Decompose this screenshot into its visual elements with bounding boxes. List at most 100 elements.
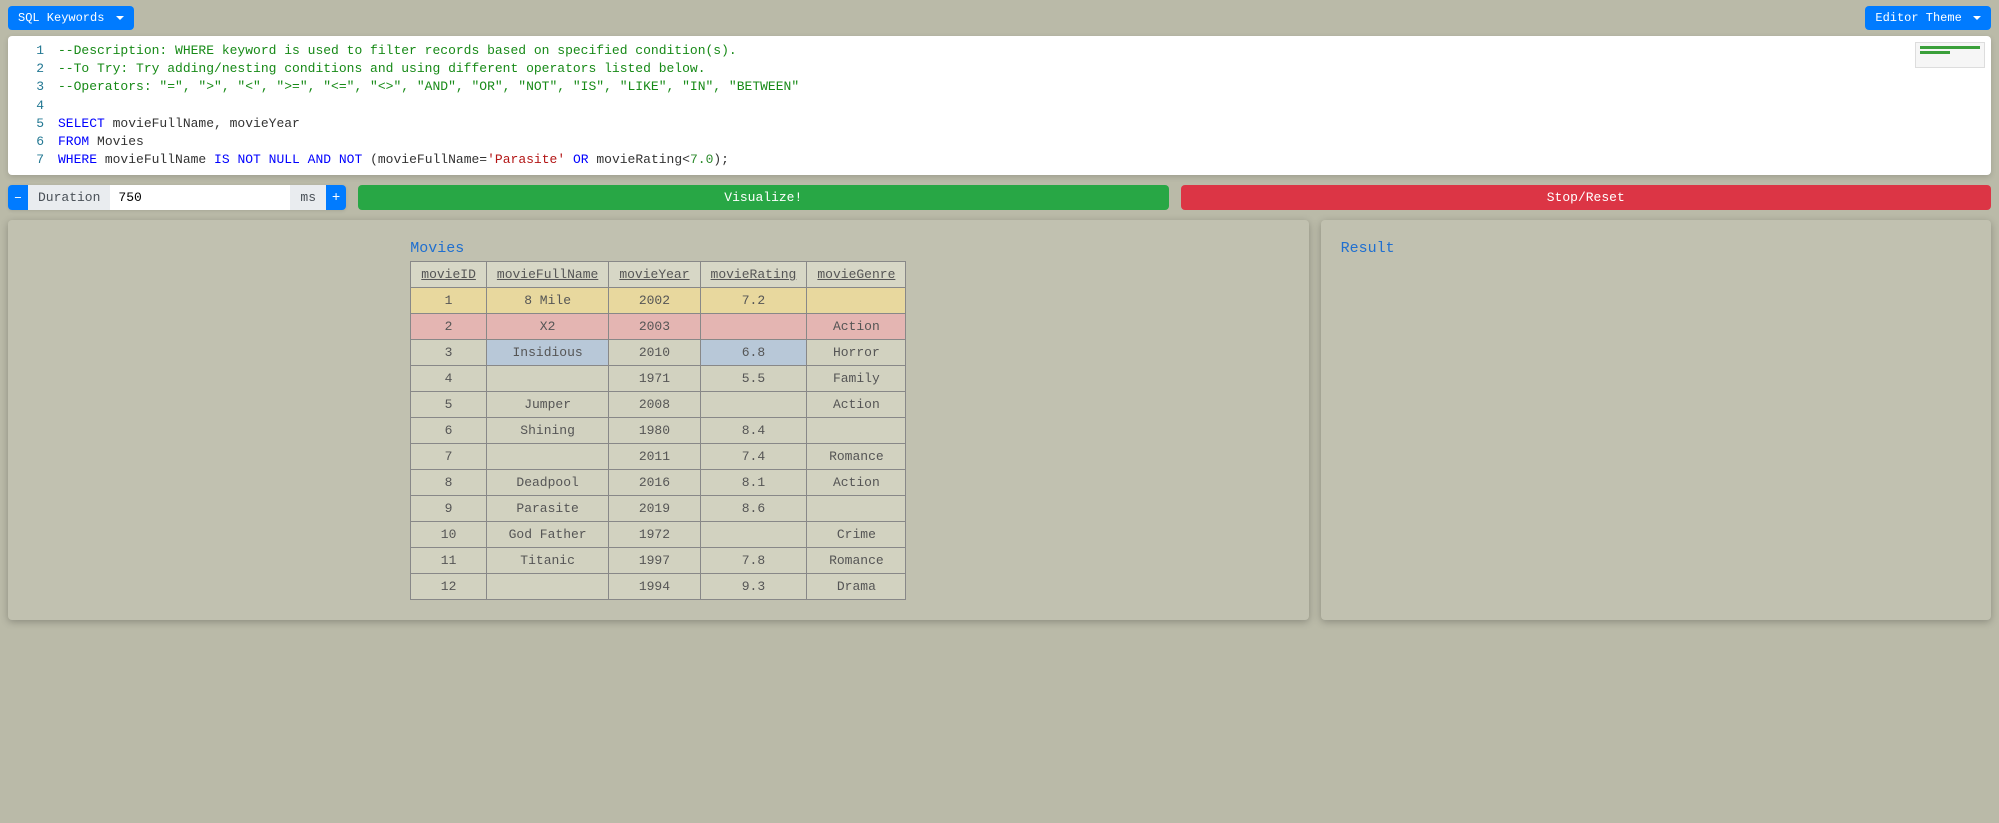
table-cell: Romance xyxy=(807,548,906,574)
code-content[interactable]: FROM Movies xyxy=(58,133,1991,151)
code-line[interactable]: 6FROM Movies xyxy=(8,133,1991,151)
table-cell: Action xyxy=(807,470,906,496)
code-line[interactable]: 2--To Try: Try adding/nesting conditions… xyxy=(8,60,1991,78)
table-cell: Deadpool xyxy=(486,470,608,496)
table-cell: 5.5 xyxy=(700,366,807,392)
result-title: Result xyxy=(1341,240,1971,257)
table-cell: 8 xyxy=(411,470,487,496)
code-line[interactable]: 3--Operators: "=", ">", "<", ">=", "<=",… xyxy=(8,78,1991,96)
table-cell: 1971 xyxy=(609,366,700,392)
line-number: 4 xyxy=(8,97,58,115)
table-cell: 2002 xyxy=(609,288,700,314)
table-cell xyxy=(807,288,906,314)
table-cell: Action xyxy=(807,392,906,418)
table-cell: 8.4 xyxy=(700,418,807,444)
table-row: 2X22003Action xyxy=(411,314,906,340)
table-cell: 1972 xyxy=(609,522,700,548)
table-header-row: movieIDmovieFullNamemovieYearmovieRating… xyxy=(411,262,906,288)
duration-increment-button[interactable]: + xyxy=(326,185,346,210)
table-cell: 11 xyxy=(411,548,487,574)
duration-decrement-button[interactable]: – xyxy=(8,185,28,210)
stop-reset-label: Stop/Reset xyxy=(1547,190,1625,205)
visualize-button[interactable]: Visualize! xyxy=(358,185,1168,210)
table-cell xyxy=(486,366,608,392)
table-header-cell: movieID xyxy=(411,262,487,288)
line-number: 3 xyxy=(8,78,58,96)
table-cell: 4 xyxy=(411,366,487,392)
table-row: 3Insidious20106.8Horror xyxy=(411,340,906,366)
table-cell: 6 xyxy=(411,418,487,444)
table-cell xyxy=(807,418,906,444)
code-editor[interactable]: 1--Description: WHERE keyword is used to… xyxy=(8,36,1991,175)
table-cell: 1994 xyxy=(609,574,700,600)
table-cell: 9.3 xyxy=(700,574,807,600)
code-content[interactable]: --Operators: "=", ">", "<", ">=", "<=", … xyxy=(58,78,1991,96)
table-cell: Shining xyxy=(486,418,608,444)
table-cell: 1997 xyxy=(609,548,700,574)
table-cell: Parasite xyxy=(486,496,608,522)
table-header-cell: movieGenre xyxy=(807,262,906,288)
table-cell: 5 xyxy=(411,392,487,418)
source-table-title: Movies xyxy=(410,240,906,257)
table-cell: 2008 xyxy=(609,392,700,418)
table-cell xyxy=(700,314,807,340)
code-line[interactable]: 4 xyxy=(8,97,1991,115)
controls-row: – Duration ms + Visualize! Stop/Reset xyxy=(0,175,1999,220)
table-cell: Insidious xyxy=(486,340,608,366)
code-content[interactable]: --To Try: Try adding/nesting conditions … xyxy=(58,60,1991,78)
table-cell: 6.8 xyxy=(700,340,807,366)
table-cell: 12 xyxy=(411,574,487,600)
table-row: 419715.5Family xyxy=(411,366,906,392)
table-cell: 2016 xyxy=(609,470,700,496)
table-row: 11Titanic19977.8Romance xyxy=(411,548,906,574)
editor-minimap[interactable] xyxy=(1915,42,1985,68)
duration-unit-label: ms xyxy=(290,185,326,210)
line-number: 6 xyxy=(8,133,58,151)
line-number: 2 xyxy=(8,60,58,78)
table-cell: 3 xyxy=(411,340,487,366)
duration-input-group: – Duration ms + xyxy=(8,185,346,210)
stop-reset-button[interactable]: Stop/Reset xyxy=(1181,185,1991,210)
sql-keywords-label: SQL Keywords xyxy=(18,11,104,25)
table-cell: Drama xyxy=(807,574,906,600)
table-cell: 2011 xyxy=(609,444,700,470)
table-header-cell: movieRating xyxy=(700,262,807,288)
table-row: 10God Father1972 Crime xyxy=(411,522,906,548)
table-cell xyxy=(486,574,608,600)
result-panel: Result xyxy=(1321,220,1991,620)
table-cell: 1 xyxy=(411,288,487,314)
table-cell: 8.6 xyxy=(700,496,807,522)
editor-theme-label: Editor Theme xyxy=(1875,11,1961,25)
table-cell xyxy=(486,444,608,470)
table-cell: Titanic xyxy=(486,548,608,574)
sql-keywords-dropdown[interactable]: SQL Keywords xyxy=(8,6,134,30)
table-cell: 7 xyxy=(411,444,487,470)
code-content[interactable]: WHERE movieFullName IS NOT NULL AND NOT … xyxy=(58,151,1991,169)
table-header-cell: movieFullName xyxy=(486,262,608,288)
table-cell xyxy=(700,392,807,418)
table-row: 9Parasite20198.6 xyxy=(411,496,906,522)
table-cell: God Father xyxy=(486,522,608,548)
table-cell: 10 xyxy=(411,522,487,548)
table-row: 12 19949.3Drama xyxy=(411,574,906,600)
code-content[interactable]: SELECT movieFullName, movieYear xyxy=(58,115,1991,133)
editor-theme-dropdown[interactable]: Editor Theme xyxy=(1865,6,1991,30)
code-line[interactable]: 7WHERE movieFullName IS NOT NULL AND NOT… xyxy=(8,151,1991,169)
code-content[interactable]: --Description: WHERE keyword is used to … xyxy=(58,42,1991,60)
duration-input[interactable] xyxy=(110,185,290,210)
code-line[interactable]: 5SELECT movieFullName, movieYear xyxy=(8,115,1991,133)
table-cell: 9 xyxy=(411,496,487,522)
table-cell: Action xyxy=(807,314,906,340)
table-row: 8Deadpool20168.1Action xyxy=(411,470,906,496)
table-cell: Crime xyxy=(807,522,906,548)
table-row: 5Jumper2008 Action xyxy=(411,392,906,418)
table-header-cell: movieYear xyxy=(609,262,700,288)
code-line[interactable]: 1--Description: WHERE keyword is used to… xyxy=(8,42,1991,60)
movies-table: movieIDmovieFullNamemovieYearmovieRating… xyxy=(410,261,906,600)
table-cell: Horror xyxy=(807,340,906,366)
table-cell xyxy=(700,522,807,548)
panels: Movies movieIDmovieFullNamemovieYearmovi… xyxy=(0,220,1999,640)
table-cell: Jumper xyxy=(486,392,608,418)
table-row: 6Shining19808.4 xyxy=(411,418,906,444)
line-number: 7 xyxy=(8,151,58,169)
